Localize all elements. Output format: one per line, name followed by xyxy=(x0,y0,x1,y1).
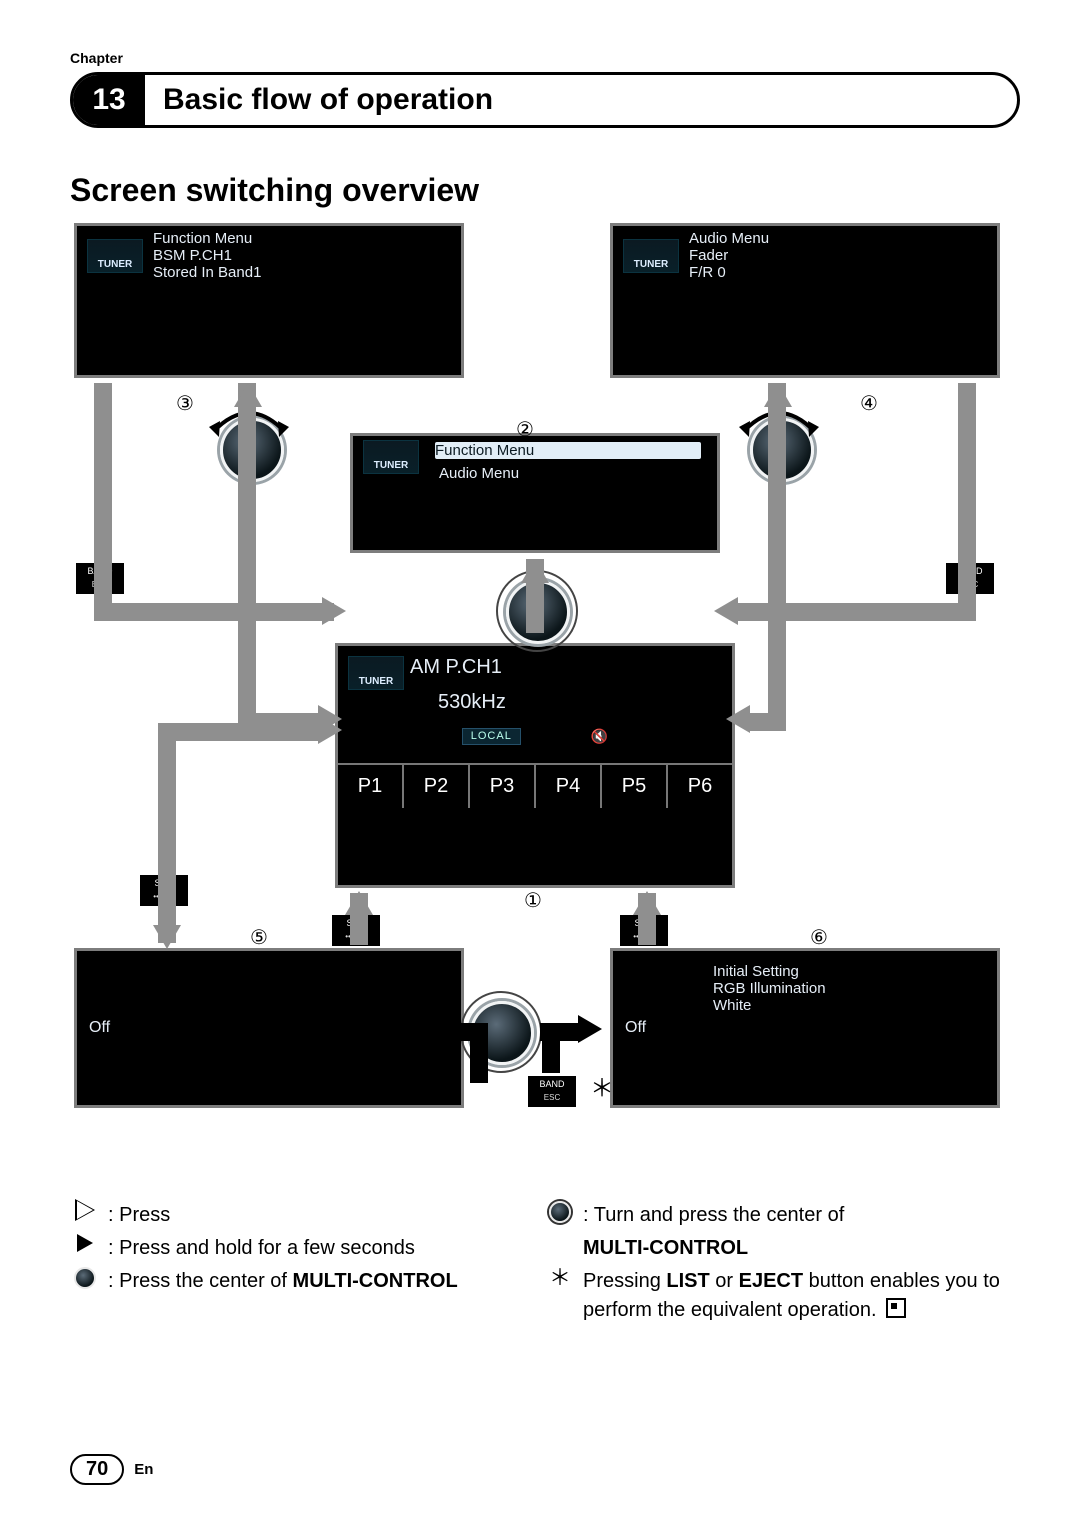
speaker-icon: 🔇 xyxy=(591,728,608,745)
legend-press-center: : Press the center of MULTI-CONTROL xyxy=(108,1267,458,1296)
callout-5: ⑤ xyxy=(250,925,268,950)
legend-press-hold: : Press and hold for a few seconds xyxy=(108,1234,415,1263)
main-freq: 530kHz xyxy=(338,685,732,724)
chapter-title: Basic flow of operation xyxy=(145,83,493,117)
page-lang: En xyxy=(134,1461,153,1478)
menu-line: RGB Illumination xyxy=(713,980,826,997)
knob-ring-small-icon xyxy=(549,1201,571,1223)
chapter-label: Chapter xyxy=(70,50,1020,66)
page-number: 70 xyxy=(70,1454,124,1485)
preset-button[interactable]: P2 xyxy=(404,765,470,808)
section-heading: Screen switching overview xyxy=(70,172,1020,209)
off-label: Off xyxy=(625,1019,646,1037)
tuner-badge: TUNER xyxy=(623,239,679,273)
menu-line: Initial Setting xyxy=(713,963,826,980)
tuner-badge: TUNER xyxy=(363,440,419,474)
diagram-canvas: TUNER Function Menu BSM P.CH1 Stored In … xyxy=(70,223,1000,1183)
preset-button[interactable]: P4 xyxy=(536,765,602,808)
legend-press: : Press xyxy=(108,1201,170,1230)
band-esc-button[interactable]: BAND ESC xyxy=(528,1076,576,1107)
menu-line: BSM P.CH1 xyxy=(153,247,451,264)
menu-highlight: Function Menu xyxy=(435,442,701,459)
page-footer: 70 En xyxy=(70,1454,153,1485)
esc-label: ESC xyxy=(528,1093,576,1103)
press-hold-arrow-icon xyxy=(77,1234,93,1252)
preset-button[interactable]: P1 xyxy=(338,765,404,808)
tuner-badge: TUNER xyxy=(87,239,143,273)
callout-1: ① xyxy=(524,888,542,913)
knob-small-icon xyxy=(74,1267,96,1289)
callout-4: ④ xyxy=(860,391,878,416)
legend-turn-press: : Turn and press the center of xyxy=(583,1201,844,1230)
menu-line: Function Menu xyxy=(153,230,451,247)
tuner-badge: TUNER xyxy=(348,656,404,690)
legend-star-note: Pressing LIST or EJECT button enables yo… xyxy=(583,1267,1020,1325)
menu-line: Audio Menu xyxy=(689,230,987,247)
menu-line: F/R 0 xyxy=(689,264,987,281)
preset-button[interactable]: P6 xyxy=(668,765,732,808)
callout-3: ③ xyxy=(176,391,194,416)
menu-line: White xyxy=(713,997,826,1014)
band-label: BAND xyxy=(528,1079,576,1091)
legend-multi-control: MULTI-CONTROL xyxy=(583,1237,748,1259)
star-icon: ＊ xyxy=(549,1267,571,1289)
local-tag: LOCAL xyxy=(462,728,521,745)
off-label: Off xyxy=(89,1019,110,1037)
screen-main-tuner: TUNER AM P.CH1 530kHz LOCAL 🔇 P1 P2 P3 P… xyxy=(335,643,735,888)
preset-row: P1 P2 P3 P4 P5 P6 xyxy=(338,763,732,808)
screen-menu-select: TUNER Function Menu Audio Menu xyxy=(350,433,720,553)
callout-6: ⑥ xyxy=(810,925,828,950)
menu-line: Audio Menu xyxy=(429,461,707,486)
end-mark-icon xyxy=(886,1298,906,1318)
menu-line: Fader xyxy=(689,247,987,264)
star-mark: ＊ xyxy=(590,1068,614,1103)
screen-initial-setting: Off Initial Setting RGB Illumination Whi… xyxy=(610,948,1000,1108)
legend: : Press : Press and hold for a few secon… xyxy=(70,1201,1020,1329)
chapter-number: 13 xyxy=(73,75,145,125)
chapter-title-bar: 13 Basic flow of operation xyxy=(70,72,1020,128)
preset-button[interactable]: P3 xyxy=(470,765,536,808)
callout-2: ② xyxy=(516,417,534,442)
menu-line: Stored In Band1 xyxy=(153,264,451,281)
screen-function-menu: TUNER Function Menu BSM P.CH1 Stored In … xyxy=(74,223,464,378)
screen-audio-menu: TUNER Audio Menu Fader F/R 0 xyxy=(610,223,1000,378)
press-arrow-icon xyxy=(77,1201,93,1219)
preset-button[interactable]: P5 xyxy=(602,765,668,808)
